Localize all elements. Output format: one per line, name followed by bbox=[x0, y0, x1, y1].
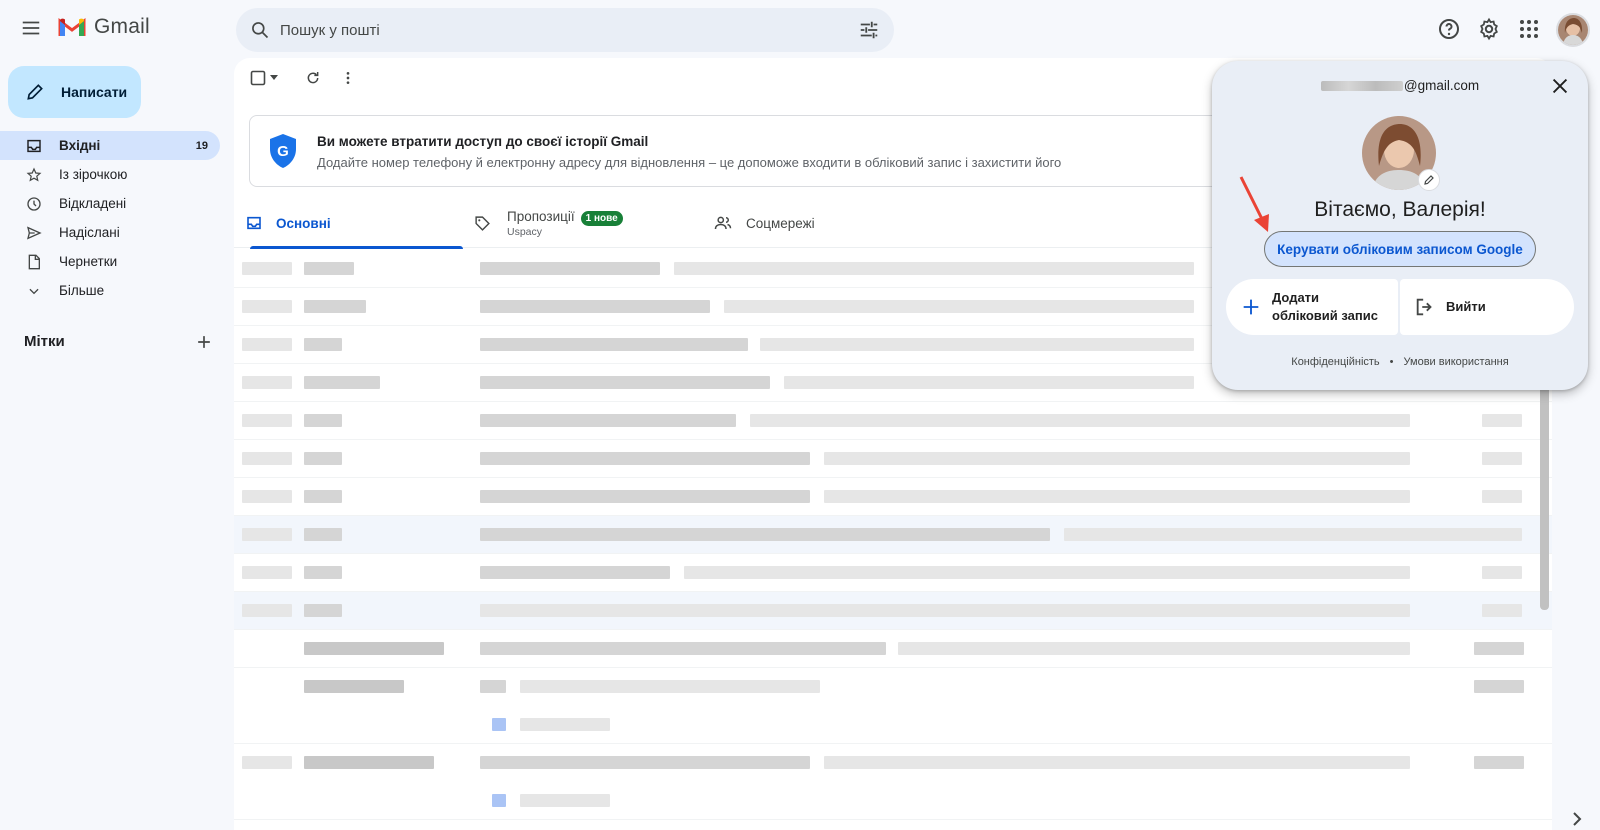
sidebar-item-label: Чернетки bbox=[59, 254, 118, 269]
email-row[interactable] bbox=[234, 440, 1552, 478]
email-row[interactable] bbox=[234, 554, 1552, 592]
sidebar-item-label: Відкладені bbox=[59, 196, 127, 211]
top-bar: Gmail bbox=[0, 0, 1600, 58]
logout-icon bbox=[1416, 298, 1432, 316]
active-tab-indicator bbox=[250, 246, 463, 249]
email-row[interactable] bbox=[234, 592, 1552, 630]
refresh-icon[interactable] bbox=[305, 70, 321, 86]
tab-social[interactable]: Соцмережі bbox=[714, 198, 815, 248]
account-avatar[interactable] bbox=[1556, 13, 1590, 47]
add-label-icon[interactable] bbox=[194, 332, 214, 352]
gmail-logo[interactable]: Gmail bbox=[58, 15, 150, 39]
sign-out-label: Вийти bbox=[1446, 299, 1486, 314]
apps-grid-icon[interactable] bbox=[1517, 17, 1541, 41]
search-options-icon[interactable] bbox=[858, 19, 880, 41]
new-badge: 1 нове bbox=[580, 211, 623, 226]
people-icon bbox=[714, 216, 732, 230]
account-email: @gmail.com bbox=[1212, 78, 1588, 93]
manage-account-button[interactable]: Керувати обліковим записом Google bbox=[1264, 231, 1536, 267]
email-row[interactable] bbox=[234, 516, 1552, 554]
chevron-down-icon bbox=[25, 282, 43, 300]
inbox-icon bbox=[25, 137, 43, 155]
edit-photo-icon[interactable] bbox=[1418, 169, 1440, 191]
tag-icon bbox=[475, 215, 490, 231]
account-actions: Додати обліковий запис Вийти bbox=[1226, 279, 1574, 335]
tab-primary[interactable]: Основні bbox=[246, 198, 463, 249]
sidebar-item-sent[interactable]: Надіслані bbox=[0, 218, 220, 247]
tab-label: Основні bbox=[276, 215, 331, 231]
tab-sender: Uspacy bbox=[507, 226, 543, 238]
labels-heading: Мітки bbox=[24, 333, 65, 350]
add-account-label-line1: Додати bbox=[1272, 290, 1320, 305]
svg-text:G: G bbox=[277, 143, 289, 160]
add-account-button[interactable]: Додати обліковий запис bbox=[1226, 279, 1398, 335]
sidebar-item-label: Більше bbox=[59, 283, 105, 298]
compose-button[interactable]: Написати bbox=[8, 66, 141, 118]
star-icon bbox=[25, 166, 43, 184]
scroll-right-icon[interactable] bbox=[1572, 812, 1582, 826]
terms-link[interactable]: Умови використання bbox=[1404, 356, 1509, 368]
close-icon[interactable] bbox=[1549, 75, 1571, 97]
sidebar-item-snoozed[interactable]: Відкладені bbox=[0, 189, 220, 218]
email-row[interactable] bbox=[234, 668, 1552, 744]
vertical-scrollbar[interactable] bbox=[1540, 380, 1549, 610]
email-redaction bbox=[1320, 81, 1403, 92]
add-account-label: Додати обліковий запис bbox=[1272, 289, 1378, 325]
help-icon[interactable] bbox=[1437, 17, 1461, 41]
sidebar-item-starred[interactable]: Із зірочкою bbox=[0, 160, 220, 189]
settings-gear-icon[interactable] bbox=[1477, 17, 1501, 41]
annotation-arrow-icon bbox=[1239, 176, 1269, 232]
sidebar-item-more[interactable]: Більше bbox=[0, 276, 220, 305]
clock-icon bbox=[25, 195, 43, 213]
unread-count: 19 bbox=[195, 139, 208, 152]
tab-label: Пропозиції bbox=[507, 209, 575, 224]
tab-promotions[interactable]: Пропозиції 1 нове Uspacy bbox=[474, 198, 623, 248]
tab-label: Соцмережі bbox=[746, 215, 815, 231]
shield-icon: G bbox=[270, 134, 296, 168]
send-icon bbox=[25, 224, 43, 242]
gmail-m-icon bbox=[58, 18, 86, 36]
search-icon[interactable] bbox=[250, 20, 270, 40]
sidebar-nav: Вхідні 19 Із зірочкою Відкладені Надісла… bbox=[0, 131, 220, 305]
select-dropdown-icon[interactable] bbox=[270, 75, 278, 81]
email-row[interactable] bbox=[234, 478, 1552, 516]
sidebar-item-drafts[interactable]: Чернетки bbox=[0, 247, 220, 276]
add-account-label-line2: обліковий запис bbox=[1272, 308, 1378, 323]
email-suffix: @gmail.com bbox=[1403, 78, 1480, 93]
popup-footer: Конфіденційність • Умови використання bbox=[1212, 356, 1588, 368]
sidebar-item-label: Надіслані bbox=[59, 225, 120, 240]
pencil-icon bbox=[27, 84, 43, 100]
email-row[interactable] bbox=[234, 630, 1552, 668]
footer-separator: • bbox=[1389, 356, 1394, 368]
plus-icon bbox=[1243, 299, 1259, 315]
select-all-checkbox[interactable] bbox=[250, 70, 266, 86]
sidebar-item-label: Із зірочкою bbox=[59, 167, 128, 182]
email-row[interactable] bbox=[234, 744, 1552, 820]
hamburger-menu-icon[interactable] bbox=[20, 17, 42, 39]
app-name: Gmail bbox=[94, 15, 150, 38]
draft-icon bbox=[25, 253, 43, 271]
banner-title: Ви можете втратити доступ до своєї істор… bbox=[317, 134, 649, 149]
sidebar-item-label: Вхідні bbox=[59, 138, 101, 153]
search-bar[interactable] bbox=[236, 8, 894, 52]
sign-out-button[interactable]: Вийти bbox=[1400, 279, 1574, 335]
email-row[interactable] bbox=[234, 402, 1552, 440]
banner-text: Додайте номер телефону й електронну адре… bbox=[317, 155, 1062, 170]
privacy-link[interactable]: Конфіденційність bbox=[1291, 356, 1379, 368]
sidebar-item-inbox[interactable]: Вхідні 19 bbox=[0, 131, 220, 160]
search-input[interactable] bbox=[280, 21, 820, 39]
compose-label: Написати bbox=[61, 84, 128, 100]
inbox-icon bbox=[247, 216, 261, 230]
more-vert-icon[interactable] bbox=[340, 70, 356, 86]
